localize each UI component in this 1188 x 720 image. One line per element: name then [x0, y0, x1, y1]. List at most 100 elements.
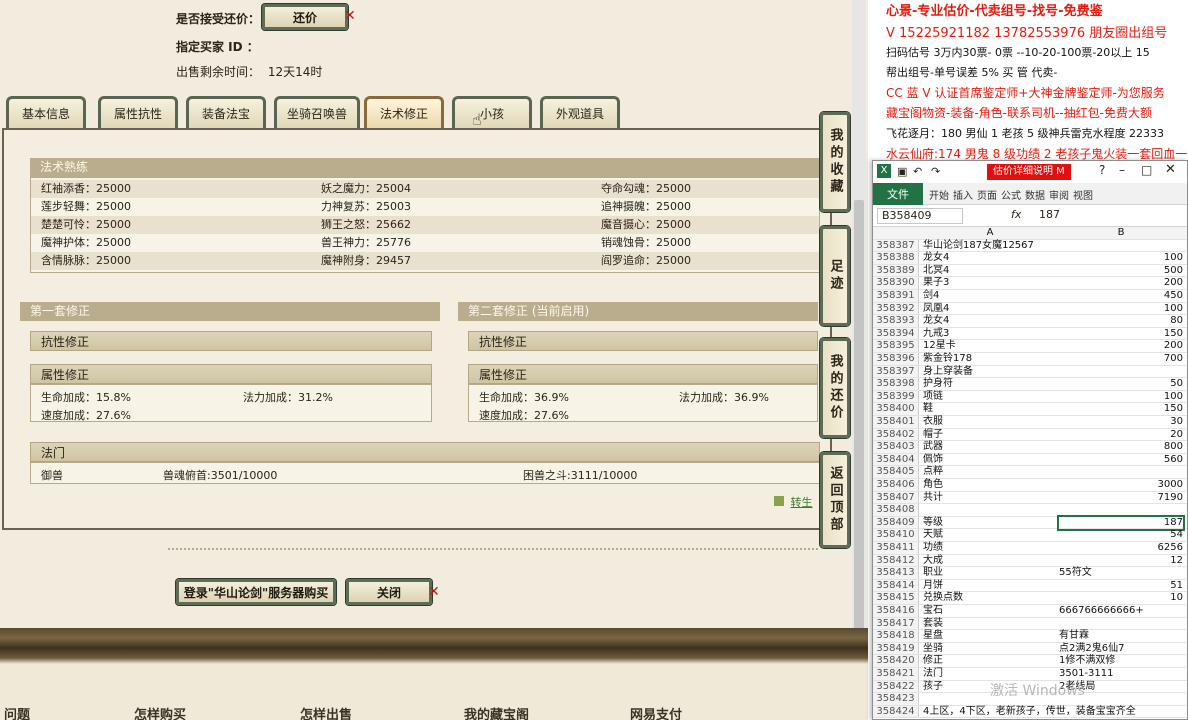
sheet-row[interactable]: 358414 月饼 51	[873, 579, 1187, 593]
cell-a[interactable]: 果子3	[923, 277, 1057, 290]
cell-a[interactable]: 项链	[923, 391, 1057, 404]
fx-icon[interactable]: fx	[1011, 208, 1021, 221]
row-number[interactable]: 358414	[873, 579, 919, 592]
sheet-row[interactable]: 358420 修正 1修不满双修	[873, 655, 1187, 668]
sheet-row[interactable]: 358398 护身符 50	[873, 378, 1187, 391]
cell-b[interactable]: 55符文	[1059, 567, 1183, 580]
col-header-a[interactable]: A	[923, 227, 1057, 240]
row-number[interactable]: 358405	[873, 466, 919, 478]
sheet-row[interactable]: 358387 华山论剑187女魔12567	[873, 239, 1187, 253]
cell-a[interactable]: 套装	[923, 618, 1057, 631]
cell-b[interactable]: 100	[1059, 252, 1183, 265]
cell-a[interactable]: 修正	[923, 655, 1057, 668]
cell-b[interactable]: 187	[1057, 514, 1185, 532]
cell-a[interactable]: 华山论剑187女魔12567	[923, 240, 1057, 253]
tab-spell-correction[interactable]: 法术修正	[364, 96, 444, 128]
cell-a[interactable]: 紫金铃178	[923, 353, 1057, 366]
tab-appearance[interactable]: 外观道具	[540, 96, 620, 128]
row-number[interactable]: 358400	[873, 403, 919, 415]
row-number[interactable]: 358419	[873, 642, 919, 655]
row-number[interactable]: 358388	[873, 252, 919, 264]
cell-b[interactable]: 150	[1059, 403, 1183, 416]
sheet-row[interactable]: 358391 剑4 450	[873, 290, 1187, 303]
sheet-row[interactable]: 358407 共计 7190	[873, 491, 1187, 505]
formula-input[interactable]: 187	[1039, 208, 1060, 221]
cell-b[interactable]: 560	[1059, 454, 1183, 467]
sheet-row[interactable]: 358390 果子3 200	[873, 277, 1187, 290]
counter-offer-button[interactable]: 还价	[262, 4, 348, 30]
cell-b[interactable]: 50	[1059, 378, 1183, 391]
cell-b[interactable]: 700	[1059, 353, 1183, 366]
cell-a[interactable]: 衣服	[923, 416, 1057, 429]
cell-a[interactable]: 身上穿装备	[923, 366, 1057, 379]
row-number[interactable]: 358406	[873, 479, 919, 491]
row-number[interactable]: 358391	[873, 290, 919, 302]
ribbon-tab[interactable]: 视图	[1073, 187, 1093, 202]
sheet-row[interactable]: 358397 身上穿装备	[873, 365, 1187, 379]
row-number[interactable]: 358392	[873, 302, 919, 315]
row-number[interactable]: 358398	[873, 378, 919, 390]
rail-back-top[interactable]: 返回顶部	[820, 452, 850, 548]
cell-a[interactable]: 点粹	[923, 466, 1057, 479]
tab-equipment[interactable]: 装备法宝	[186, 96, 266, 128]
cell-a[interactable]: 宝石	[923, 605, 1057, 618]
cell-a[interactable]: 龙女4	[923, 315, 1057, 328]
login-buy-button[interactable]: 登录"华山论剑"服务器购买	[176, 579, 336, 605]
sheet-row[interactable]: 358415 兑换点数 10	[873, 592, 1187, 605]
cell-a[interactable]: 凤凰4	[923, 303, 1057, 316]
sheet-row[interactable]: 358399 项链 100	[873, 390, 1187, 404]
sheet-row[interactable]: 358411 功绩 6256	[873, 542, 1187, 555]
row-number[interactable]: 358407	[873, 491, 919, 504]
row-number[interactable]: 358417	[873, 617, 919, 630]
cell-b[interactable]: 500	[1059, 265, 1183, 278]
cell-a[interactable]: 月饼	[923, 580, 1057, 593]
cell-b[interactable]: 3501-3111	[1059, 668, 1183, 681]
cell-a[interactable]: 剑4	[923, 290, 1057, 303]
row-number[interactable]: 358408	[873, 504, 919, 516]
cell-b[interactable]: 51	[1059, 580, 1183, 593]
save-icon[interactable]: ▣	[897, 165, 907, 178]
cell-a[interactable]: 共计	[923, 492, 1057, 505]
footer-link-how-buy[interactable]: 怎样购买	[134, 704, 186, 720]
row-number[interactable]: 358418	[873, 630, 919, 642]
tab-basic-info[interactable]: 基本信息	[6, 96, 86, 128]
row-number[interactable]: 358387	[873, 239, 919, 252]
footer-link-my-vault[interactable]: 我的藏宝阁	[464, 704, 529, 720]
sheet-row[interactable]: 358419 坐骑 点2满2鬼6仙7	[873, 642, 1187, 656]
cell-a[interactable]: 等级	[923, 517, 1057, 530]
cell-a[interactable]: 大成	[923, 555, 1057, 568]
sheet-row[interactable]: 358403 武器 800	[873, 441, 1187, 454]
sheet-row[interactable]: 358417 套装	[873, 617, 1187, 631]
sheet-row[interactable]: 358418 星盘 有甘霖	[873, 630, 1187, 643]
cell-b[interactable]: 10	[1059, 592, 1183, 605]
row-number[interactable]: 358411	[873, 542, 919, 554]
ribbon-tab[interactable]: 页面	[977, 187, 997, 202]
sheet-row[interactable]: 358421 法门 3501-3111	[873, 668, 1187, 681]
cell-b[interactable]: 666766666666+	[1059, 605, 1183, 618]
sheet-row[interactable]: 358424 4上区，4下区，老新孩子，传世，装备宝宝齐全	[873, 705, 1187, 719]
row-number[interactable]: 358402	[873, 428, 919, 441]
cell-a[interactable]: 鞋	[923, 403, 1057, 416]
sheet-row[interactable]: 358402 帽子 20	[873, 428, 1187, 442]
rail-favorites[interactable]: 我的收藏	[820, 112, 850, 212]
row-number[interactable]: 358413	[873, 567, 919, 579]
row-number[interactable]: 358415	[873, 592, 919, 604]
rebirth-link[interactable]: 转生	[774, 494, 813, 510]
cell-a[interactable]: 九戒3	[923, 328, 1057, 341]
cell-b[interactable]: 3000	[1059, 479, 1183, 492]
row-number[interactable]: 358403	[873, 441, 919, 453]
row-number[interactable]: 358421	[873, 668, 919, 680]
cell-a[interactable]: 兑换点数	[923, 592, 1057, 605]
sheet-row[interactable]: 358410 天赋 54	[873, 529, 1187, 542]
scrollbar-thumb[interactable]	[854, 200, 864, 640]
cell-a[interactable]: 角色	[923, 479, 1057, 492]
sheet-row[interactable]: 358406 角色 3000	[873, 479, 1187, 492]
cell-b[interactable]: 100	[1059, 391, 1183, 404]
footer-link-faq[interactable]: 问题	[4, 704, 30, 720]
sheet-row[interactable]: 358405 点粹	[873, 466, 1187, 479]
cell-a[interactable]: 帽子	[923, 429, 1057, 442]
footer-link-pay[interactable]: 网易支付	[630, 704, 682, 720]
ribbon-tab[interactable]: 数据	[1025, 187, 1045, 202]
sheet-row[interactable]: 358388 龙女4 100	[873, 252, 1187, 265]
cell-a[interactable]: 龙女4	[923, 252, 1057, 265]
